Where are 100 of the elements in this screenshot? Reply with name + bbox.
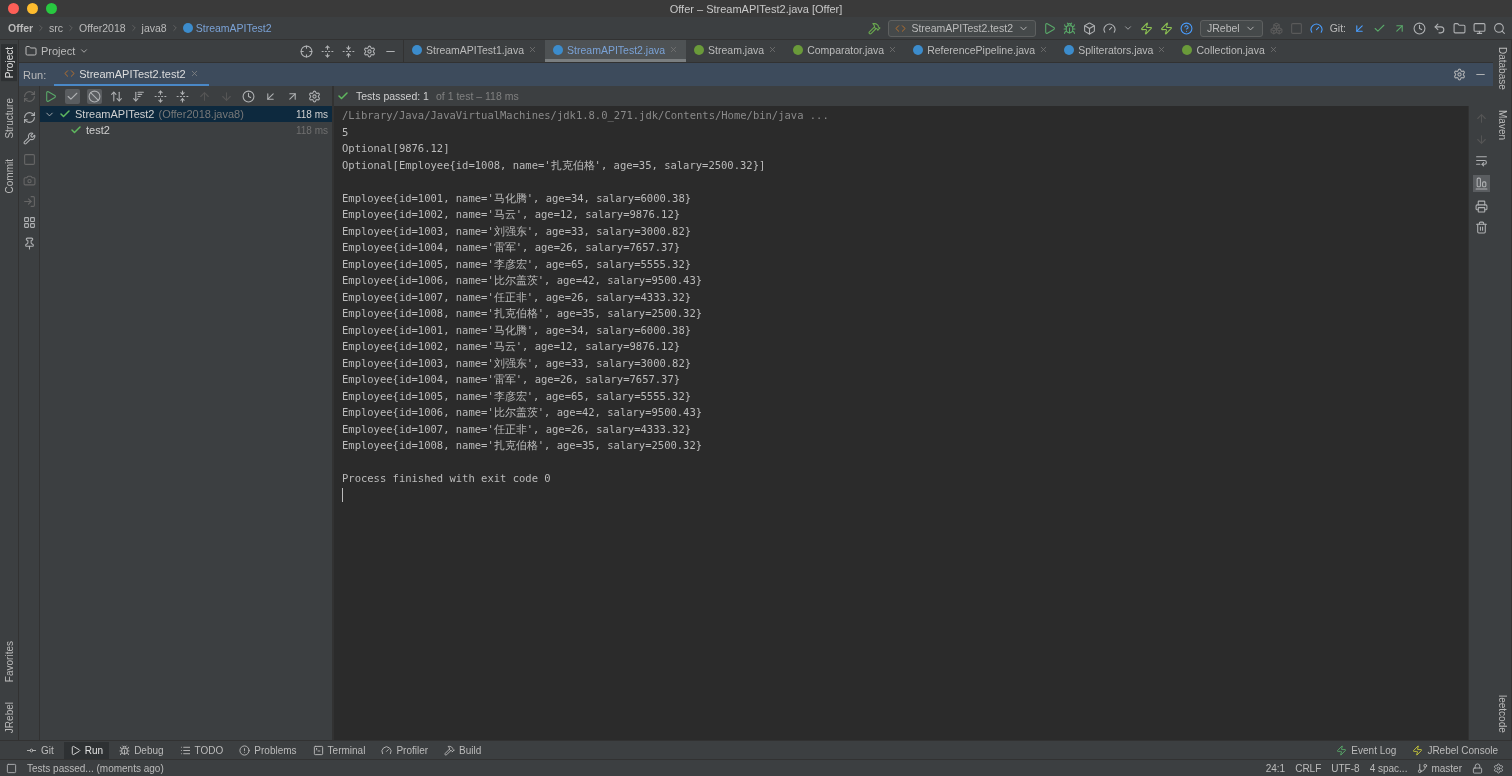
test-tree-row[interactable]: StreamAPITest2 (Offer2018.java8) 118 ms — [40, 106, 332, 122]
breadcrumb[interactable]: Offer — [8, 22, 34, 34]
settings-icon[interactable] — [363, 44, 376, 58]
tool-window-tab[interactable]: Structure — [1, 95, 17, 142]
check-toggle[interactable] — [65, 88, 80, 104]
editor-tab[interactable]: StreamAPITest2.java — [545, 40, 687, 62]
plugin-dropdown[interactable]: JRebel — [1199, 19, 1263, 37]
tool-window-tab[interactable]: Maven — [1494, 106, 1510, 143]
hammer-icon — [444, 744, 456, 756]
breadcrumb[interactable]: src — [49, 22, 64, 34]
tool-window-tab[interactable]: Profiler — [375, 741, 435, 759]
test-package: (Offer2018.java8) — [158, 108, 244, 120]
tool-window-tab[interactable]: Debug — [113, 741, 170, 759]
console-line: Process finished with exit code 0 — [342, 471, 552, 486]
tool-window-tab[interactable]: Database — [1494, 44, 1510, 93]
gauge-icon — [381, 744, 393, 756]
trash-icon[interactable] — [1474, 221, 1488, 234]
collapse-icon[interactable] — [342, 44, 355, 58]
tool-window-tab[interactable]: Favorites — [1, 637, 17, 685]
lock-icon[interactable] — [1472, 762, 1483, 774]
tool-window-tab[interactable]: leetcode — [1494, 692, 1510, 736]
search-icon[interactable] — [1493, 21, 1506, 35]
line-ending[interactable]: CRLF — [1295, 762, 1322, 774]
run-config-dropdown[interactable]: StreamAPITest2.test2 — [888, 19, 1036, 37]
box-icon[interactable] — [1082, 21, 1096, 35]
settings-icon[interactable] — [1493, 762, 1504, 774]
tool-window-tab[interactable]: Commit — [1, 155, 17, 197]
window-title: Offer – StreamAPITest2.java [Offer] — [669, 2, 843, 15]
caret-icon[interactable] — [1122, 23, 1133, 33]
console-line: Employee{id=1006, name='比尔盖茨', age=42, salary=9500.43} — [342, 405, 704, 420]
breadcrumb[interactable]: Offer2018 — [79, 22, 126, 34]
file-encoding[interactable]: UTF-8 — [1331, 762, 1360, 774]
play-icon[interactable] — [1042, 21, 1056, 35]
tool-window-tab[interactable]: JRebel — [1, 698, 17, 736]
help-icon[interactable] — [1179, 21, 1193, 35]
editor-tab[interactable]: ReferencePipeline.java — [905, 40, 1057, 62]
printer-icon[interactable] — [1474, 200, 1488, 213]
close-window-button[interactable] — [8, 3, 19, 14]
console-line: 5 — [342, 124, 350, 140]
folder-icon[interactable] — [1453, 21, 1466, 35]
alert-icon — [239, 744, 251, 756]
hammer-icon[interactable] — [868, 21, 882, 35]
collapse-icon[interactable] — [175, 88, 190, 104]
refresh-icon[interactable] — [22, 111, 36, 124]
console-line: Employee{id=1006, name='比尔盖茨', age=42, salary=9500.43} — [342, 273, 704, 288]
console-line: Employee{id=1002, name='马云', age=12, salary=9876.12} — [342, 339, 682, 354]
editor-tab[interactable]: Collection.java — [1174, 40, 1286, 62]
tool-window-tab[interactable]: JRebel Console — [1406, 741, 1504, 759]
gauge-icon[interactable] — [1309, 21, 1323, 35]
tool-window-tab[interactable]: Run — [63, 741, 110, 759]
zoom-window-button[interactable] — [46, 3, 57, 14]
project-view-dropdown[interactable]: Project — [25, 45, 90, 57]
editor-tab[interactable]: Spliterators.java — [1056, 40, 1175, 62]
tool-window-tab[interactable]: Build — [438, 741, 488, 759]
wrap-icon[interactable] — [1474, 154, 1488, 167]
lightning-icon[interactable] — [1139, 21, 1153, 35]
panel-icon — [6, 762, 17, 774]
scroll-to-end-toggle[interactable] — [1472, 175, 1490, 192]
console-line: /Library/Java/JavaVirtualMachines/jdk1.8.0_271.jdk/Contents/Home/bin/java ... — [342, 108, 830, 124]
minimize-window-button[interactable] — [27, 3, 38, 14]
wrench-icon[interactable] — [22, 132, 36, 145]
code-icon — [64, 68, 76, 79]
interface-file-icon — [1182, 44, 1193, 55]
monitor-icon[interactable] — [1473, 21, 1486, 35]
breadcrumb[interactable]: StreamAPITest2 — [195, 22, 272, 34]
tool-window-tab[interactable]: Problems — [233, 741, 303, 759]
editor-tab[interactable]: StreamAPITest1.java — [404, 40, 546, 62]
crosshair-icon[interactable] — [300, 44, 313, 58]
pin-icon[interactable] — [22, 237, 36, 250]
settings-icon[interactable] — [307, 88, 322, 104]
breadcrumb[interactable]: java8 — [141, 22, 167, 34]
editor-tab[interactable]: Stream.java — [686, 40, 786, 62]
bug-icon[interactable] — [1062, 21, 1076, 35]
expand-icon[interactable] — [321, 44, 334, 58]
console-line: Employee{id=1001, name='马化腾', age=34, salary=6000.38} — [342, 190, 693, 206]
tool-window-tab[interactable]: Event Log — [1330, 741, 1403, 759]
layout-icon[interactable] — [22, 216, 36, 229]
clock-icon[interactable] — [241, 88, 256, 104]
class-file-icon — [412, 44, 422, 55]
tool-window-tab[interactable]: Git — [20, 741, 60, 759]
clock-icon[interactable] — [1413, 21, 1426, 35]
undo-icon[interactable] — [1433, 21, 1446, 35]
lightning-icon[interactable] — [1159, 21, 1173, 35]
tests-passed-detail: of 1 test – 118 ms — [435, 90, 519, 102]
caret-icon — [79, 46, 90, 56]
console-line: Optional[Employee{id=1008, name='扎克伯格', age=35, salary=2500.32}] — [342, 157, 767, 173]
ignore-toggle[interactable] — [87, 88, 102, 104]
run-label: Run: — [23, 68, 47, 81]
settings-icon[interactable] — [1453, 68, 1466, 81]
gauge-icon[interactable] — [1102, 21, 1116, 35]
git-branch[interactable]: master — [1417, 762, 1462, 774]
tool-window-tab[interactable]: TODO — [173, 741, 230, 759]
editor-tab[interactable]: Comparator.java — [785, 40, 906, 62]
tool-window-tab[interactable]: Terminal — [306, 741, 372, 759]
tool-window-tab[interactable]: Project — [1, 44, 17, 82]
expand-icon[interactable] — [153, 88, 168, 104]
caret-position[interactable]: 24:1 — [1265, 762, 1286, 774]
indent-setting[interactable]: 4 spac... — [1369, 762, 1408, 774]
play-icon[interactable] — [43, 88, 58, 104]
interface-file-icon — [793, 44, 804, 55]
